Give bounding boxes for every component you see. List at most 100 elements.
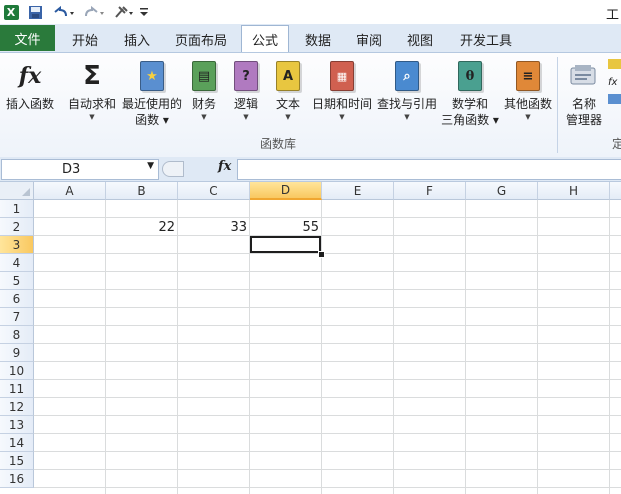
selected-cell-d3[interactable] [250,236,321,253]
name-manager-icon [569,59,599,93]
dropdown-arrow-icon: ▼ [404,113,410,121]
gridline [105,200,106,494]
math-trig-label: 数学和 三角函数 ▾ [441,97,499,127]
formula-buttons: fx [160,159,235,178]
insert-function-button[interactable]: fx 插入函数 [4,59,56,112]
tab-insert[interactable]: 插入 [115,28,159,50]
column-header-g[interactable]: G [466,182,538,200]
customize-icon[interactable] [138,3,150,21]
recent-functions-label: 最近使用的 函数 ▾ [121,97,182,127]
financial-label: 财务 [191,97,216,111]
row-header-1[interactable]: 1 [0,200,34,218]
cell-b2[interactable]: 22 [106,220,175,235]
select-all-corner[interactable] [0,182,34,200]
column-header-h[interactable]: H [538,182,610,200]
autosum-button[interactable]: Σ 自动求和 ▼ [66,59,118,122]
tab-formulas[interactable]: 公式 [241,25,289,53]
redo-icon[interactable] [82,3,108,21]
recent-functions-button[interactable]: ★ 最近使用的 函数 ▾ [120,59,184,128]
column-header-d[interactable]: D [250,182,322,200]
lookup-reference-button[interactable]: ⌕ 查找与引用 ▼ [376,59,438,122]
dropdown-arrow-icon: ▼ [243,113,249,121]
dropdown-arrow-icon: ▼ [525,113,531,121]
more-functions-button[interactable]: ≡ 其他函数 ▼ [502,59,554,122]
logical-icon: ? [231,59,261,93]
row-header-15[interactable]: 15 [0,452,34,470]
logical-button[interactable]: ? 逻辑 ▼ [230,59,262,122]
date-time-label: 日期和时间 [311,97,372,111]
gridline [34,343,621,344]
recent-functions-icon: ★ [137,59,167,93]
name-box[interactable]: D3 ▼ [1,159,159,180]
undo-icon[interactable] [50,3,76,21]
tab-review[interactable]: 审阅 [347,28,391,50]
formula-input[interactable] [237,159,621,180]
group-label-defined-names: 定 [612,137,621,151]
define-name-icon [608,59,621,69]
row-header-16[interactable]: 16 [0,470,34,488]
tab-file[interactable]: 文件 [0,25,55,51]
row-header-4[interactable]: 4 [0,254,34,272]
insert-function-label: 插入函数 [5,97,54,111]
column-header-partial[interactable] [610,182,621,200]
more-functions-icon: ≡ [513,59,543,93]
group-separator [557,57,558,153]
column-header-b[interactable]: B [106,182,178,200]
tab-view[interactable]: 视图 [398,28,442,50]
gridline [537,200,538,494]
row-header-11[interactable]: 11 [0,380,34,398]
column-header-e[interactable]: E [322,182,394,200]
row-header-7[interactable]: 7 [0,308,34,326]
row-header-9[interactable]: 9 [0,344,34,362]
gridline [34,451,621,452]
column-header-f[interactable]: F [394,182,466,200]
gridline [34,397,621,398]
fx-icon[interactable]: fx [218,159,231,174]
formula-handle-icon[interactable] [162,161,184,177]
tab-data[interactable]: 数据 [296,28,340,50]
dropdown-arrow-icon: ▼ [89,113,95,121]
gridline [609,200,610,494]
tab-home[interactable]: 开始 [63,28,107,50]
gridline [465,200,466,494]
gridline [321,200,322,494]
row-header-2[interactable]: 2 [0,218,34,236]
row-header-13[interactable]: 13 [0,416,34,434]
name-manager-button[interactable]: 名称 管理器 [563,59,605,128]
column-header-a[interactable]: A [34,182,106,200]
save-icon[interactable] [26,3,44,21]
math-trig-button[interactable]: θ 数学和 三角函数 ▾ [441,59,499,128]
row-header-10[interactable]: 10 [0,362,34,380]
tools-icon[interactable] [112,3,136,21]
row-header-8[interactable]: 8 [0,326,34,344]
gridline [393,200,394,494]
date-time-button[interactable]: ▦ 日期和时间 ▼ [310,59,374,122]
use-in-formula-icon: fx [608,77,618,88]
tab-page-layout[interactable]: 页面布局 [170,28,232,50]
financial-button[interactable]: ▤ 财务 ▼ [188,59,220,122]
insert-function-icon: fx [18,63,42,89]
row-header-6[interactable]: 6 [0,290,34,308]
name-box-dropdown-icon[interactable]: ▼ [147,161,154,171]
row-header-12[interactable]: 12 [0,398,34,416]
define-name-icons[interactable]: fx [608,59,621,104]
row-header-14[interactable]: 14 [0,434,34,452]
text-button[interactable]: A 文本 ▼ [272,59,304,122]
gridline [34,217,621,218]
cell-c2[interactable]: 33 [178,220,247,235]
gridline [34,271,621,272]
window-title: 工 [606,8,620,23]
excel-logo-icon: X [2,3,20,21]
gridline [34,235,621,236]
worksheet-grid[interactable]: A B C D E F G H 1 2 3 4 5 6 7 8 9 10 11 … [0,182,621,494]
theta-icon: θ [455,59,485,93]
gridline [34,415,621,416]
tab-developer[interactable]: 开发工具 [453,28,519,50]
cell-d2[interactable]: 55 [250,220,319,235]
column-header-c[interactable]: C [178,182,250,200]
dropdown-arrow-icon: ▼ [201,113,207,121]
gridline [34,289,621,290]
row-header-5[interactable]: 5 [0,272,34,290]
fill-handle[interactable] [318,251,325,258]
row-header-3[interactable]: 3 [0,236,34,254]
